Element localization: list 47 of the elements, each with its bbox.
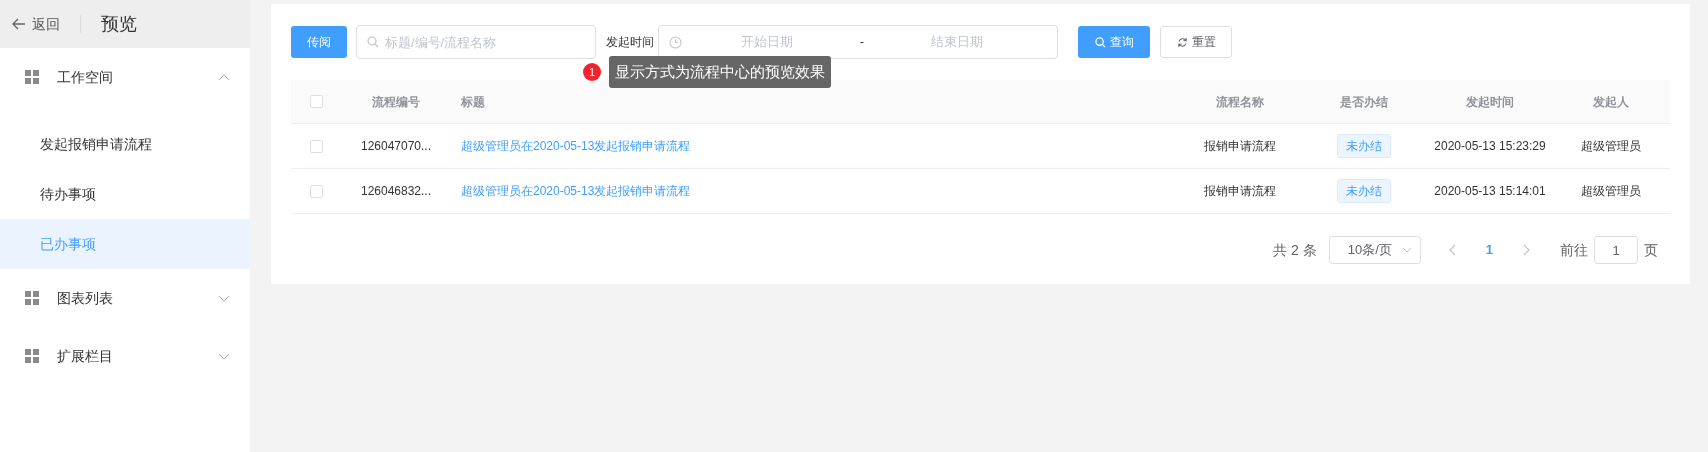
previous-icon[interactable] <box>1448 244 1456 256</box>
table-cell-text: 126046832... <box>359 183 433 200</box>
date-label: 发起时间 <box>606 34 654 51</box>
left-arrow-icon <box>12 18 26 30</box>
checkbox[interactable] <box>309 95 323 108</box>
grid-icon <box>25 349 39 363</box>
reset-button[interactable]: 重置 <box>1160 26 1232 58</box>
table-cell-text: 126047070... <box>359 138 433 155</box>
status-tag: 未办结 <box>1337 179 1391 203</box>
refresh-icon <box>1176 36 1188 48</box>
table-cell-text: 2020-05-13 15:14:01 <box>1433 183 1547 200</box>
grid-icon <box>25 70 39 84</box>
search-icon <box>1094 36 1106 48</box>
search-icon <box>367 36 379 48</box>
page-title: 预览 <box>101 12 137 36</box>
table-cell-text: 2020-05-13 15:23:29 <box>1433 138 1547 155</box>
column-header: 是否办结 <box>1339 93 1389 111</box>
column-header: 发起人 <box>1592 93 1630 111</box>
table-cell-text: 超级管理员 <box>1580 183 1642 200</box>
chevron-icon <box>1401 247 1412 253</box>
table-cell-text: 报销申请流程 <box>1204 183 1276 200</box>
column-header: 流程名称 <box>1215 93 1265 111</box>
total-count: 共 2 条 <box>1273 240 1317 260</box>
column-header: 发起时间 <box>1465 93 1515 111</box>
search-field[interactable]: 标题/编号/流程名称 <box>356 25 596 59</box>
checkbox[interactable] <box>309 139 323 153</box>
page-suffix: 页 <box>1644 240 1658 260</box>
column-header: 标题 <box>460 93 486 111</box>
clock-icon <box>669 35 682 49</box>
chevron-icon <box>218 294 230 302</box>
menu-item[interactable]: 待办事项 <box>0 169 250 219</box>
tooltip: 显示方式为流程中心的预览效果 <box>609 56 831 88</box>
page-size-select[interactable]: 10条/页 <box>1328 236 1421 264</box>
table-cell-text: 报销申请流程 <box>1204 138 1276 155</box>
table-cell-text: 超级管理员 <box>1580 138 1642 155</box>
goto-page-field[interactable]: 1 <box>1594 236 1638 264</box>
back-link[interactable]: 返回 <box>12 13 60 35</box>
status-tag: 未办结 <box>1337 134 1391 158</box>
number-badge: 1 <box>583 63 601 81</box>
grid-icon <box>25 291 39 305</box>
menu-item[interactable]: 发起报销申请流程 <box>0 119 250 169</box>
checkbox[interactable] <box>309 184 323 198</box>
chevron-icon <box>218 352 230 360</box>
goto-label: 前往 <box>1560 240 1588 260</box>
next-icon[interactable] <box>1523 244 1530 256</box>
column-header: 流程编号 <box>371 93 421 111</box>
chevron-icon <box>218 73 230 81</box>
